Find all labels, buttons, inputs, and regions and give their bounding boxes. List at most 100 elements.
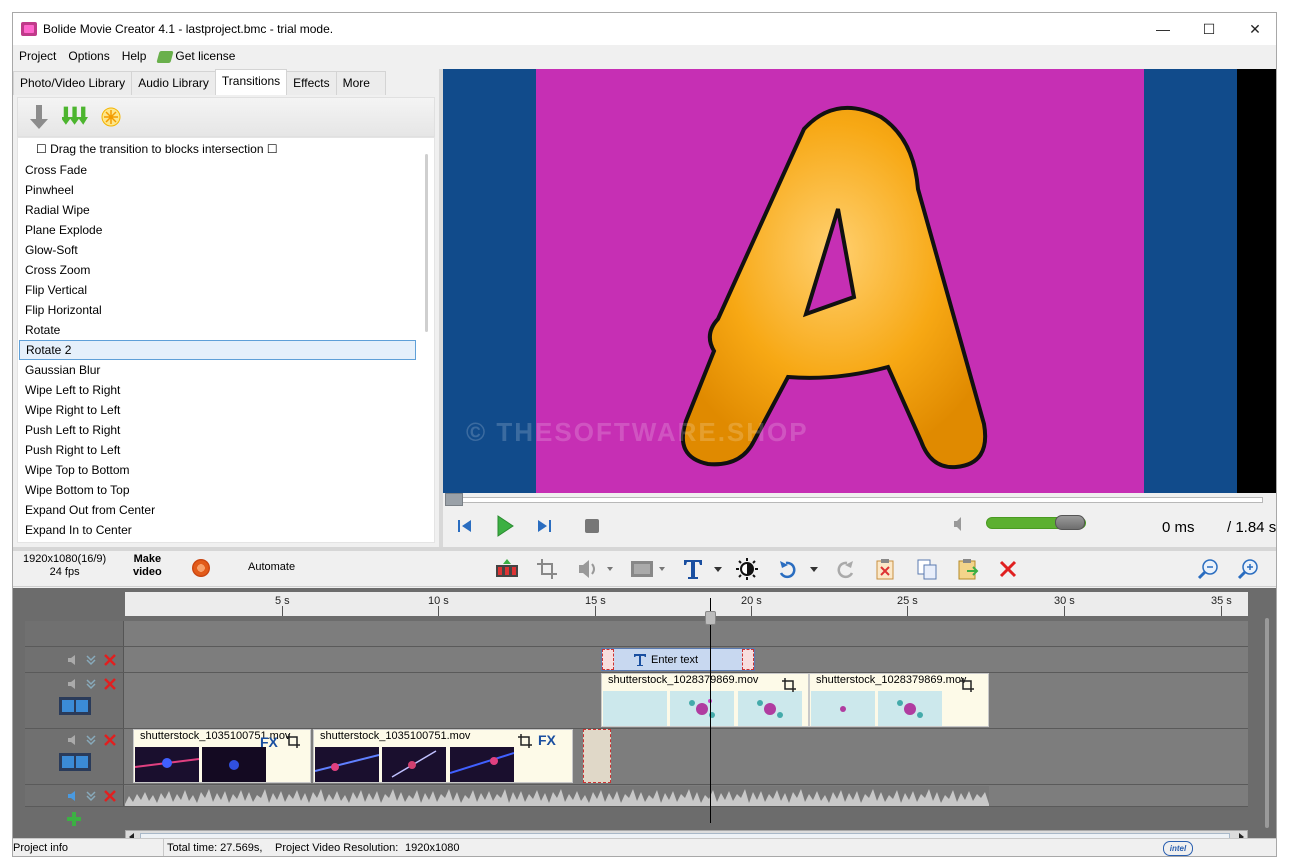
tab-more[interactable]: More (335, 71, 386, 95)
track-audio (25, 785, 1248, 807)
mute-track-icon[interactable] (67, 790, 79, 802)
resolution-info[interactable]: 1920x1080(16/9) 24 fps (23, 553, 106, 579)
volume-menu-button[interactable] (575, 557, 615, 581)
drag-hint-text: ☐ Drag the transition to blocks intersec… (36, 142, 278, 156)
mute-track-icon[interactable] (67, 734, 79, 746)
transition-item[interactable]: Expand In to Center (19, 520, 416, 540)
automate-button[interactable]: Automate (248, 561, 295, 573)
redo-button[interactable] (833, 557, 857, 581)
video-clip[interactable]: shutterstock_1028379869.mov (601, 673, 809, 727)
transition-item[interactable]: Flip Horizontal (19, 300, 416, 320)
video-clip[interactable]: shutterstock_1028379869.mov (809, 673, 989, 727)
transition-item[interactable]: Wipe Right to Left (19, 400, 416, 420)
crop-button[interactable] (535, 557, 559, 581)
transition-item[interactable]: Wipe Bottom to Top (19, 480, 416, 500)
transition-item-selected[interactable]: Rotate 2 (19, 340, 416, 360)
ruler-tick (907, 606, 908, 616)
minimize-button[interactable]: — (1140, 13, 1186, 45)
speaker-dropdown-icon (579, 560, 613, 578)
make-video-button[interactable]: Make video (133, 553, 162, 579)
timeline-vscroll[interactable] (1265, 618, 1269, 828)
transition-item[interactable]: Radial Wipe (19, 200, 416, 220)
add-track-icon[interactable] (67, 812, 81, 826)
copy-button[interactable] (915, 557, 939, 581)
video-clip[interactable]: shutterstock_1035100751.mov FX (133, 729, 311, 783)
speaker-icon (954, 517, 961, 531)
transition-item[interactable]: Pinwheel (19, 180, 416, 200)
transition-item[interactable]: Cross Fade (19, 160, 416, 180)
tab-photo-video-library[interactable]: Photo/Video Library (13, 71, 133, 95)
fx-badge[interactable]: FX (538, 732, 556, 748)
split-clip-button[interactable] (495, 557, 519, 581)
crop-icon[interactable] (960, 678, 974, 692)
seek-track[interactable] (445, 497, 1263, 503)
video-clip[interactable]: shutterstock_1035100751.mov FX (313, 729, 573, 783)
transition-item[interactable]: Plane Explode (19, 220, 416, 240)
transition-item[interactable]: Push Right to Left (19, 440, 416, 460)
transition-item[interactable]: Push Left to Right (19, 420, 416, 440)
remove-track-icon[interactable] (104, 734, 116, 746)
crop-icon[interactable] (286, 734, 300, 748)
remove-track-icon[interactable] (104, 654, 116, 666)
zoom-in-button[interactable] (1236, 557, 1260, 581)
video-settings-button[interactable] (628, 557, 668, 581)
crop-icon[interactable] (518, 734, 532, 748)
cut-button[interactable] (873, 557, 897, 581)
play-button[interactable] (494, 515, 516, 537)
seek-bar[interactable] (443, 493, 1276, 507)
apply-to-all-button[interactable] (62, 104, 88, 130)
close-button[interactable]: ✕ (1232, 13, 1276, 45)
mute-track-icon[interactable] (67, 678, 79, 690)
previous-frame-button[interactable] (453, 515, 475, 537)
text-clip[interactable]: Enter text (601, 648, 755, 671)
menu-project[interactable]: Project (13, 49, 62, 63)
volume-knob[interactable] (1055, 515, 1085, 530)
list-scrollbar[interactable] (425, 154, 428, 332)
brightness-button[interactable] (735, 557, 759, 581)
seek-thumb[interactable] (445, 493, 463, 506)
transition-item[interactable]: Rotate (19, 320, 416, 340)
record-icon[interactable] (192, 559, 210, 577)
transition-item[interactable]: Glow-Soft (19, 240, 416, 260)
delete-button[interactable] (996, 557, 1020, 581)
menu-get-license[interactable]: Get license (152, 49, 241, 63)
clip-fade-out[interactable] (742, 649, 754, 670)
time-ruler[interactable]: 5 s 10 s 15 s 20 s 25 s 30 s 35 s (125, 592, 1248, 616)
expand-track-icon[interactable] (85, 654, 97, 666)
maximize-button[interactable]: ☐ (1186, 13, 1232, 45)
transition-drop-zone[interactable] (583, 729, 611, 783)
transition-item[interactable]: Expand Out from Center (19, 500, 416, 520)
clip-fade-in[interactable] (602, 649, 614, 670)
expand-track-icon[interactable] (85, 790, 97, 802)
menu-options[interactable]: Options (62, 49, 115, 63)
remove-track-icon[interactable] (104, 678, 116, 690)
random-transition-button[interactable] (98, 104, 124, 130)
transition-item[interactable]: Cross Zoom (19, 260, 416, 280)
fx-badge[interactable]: FX (260, 734, 278, 750)
remove-track-icon[interactable] (104, 790, 116, 802)
expand-track-icon[interactable] (85, 678, 97, 690)
add-text-button[interactable] (681, 557, 725, 581)
playhead-handle[interactable] (705, 611, 716, 625)
tab-audio-library[interactable]: Audio Library (131, 71, 216, 95)
mute-button[interactable] (949, 513, 971, 535)
expand-track-icon[interactable] (85, 734, 97, 746)
audio-waveform[interactable] (125, 786, 989, 806)
mute-track-icon[interactable] (67, 654, 79, 666)
transition-item[interactable]: Flip Vertical (19, 280, 416, 300)
paste-button[interactable] (956, 557, 980, 581)
transition-item[interactable]: Gaussian Blur (19, 360, 416, 380)
stop-button[interactable] (581, 515, 603, 537)
transition-item[interactable]: Wipe Top to Bottom (19, 460, 416, 480)
menu-help[interactable]: Help (116, 49, 153, 63)
undo-button[interactable] (777, 557, 821, 581)
add-to-timeline-button[interactable] (26, 104, 52, 130)
resolution-label: Project Video Resolution: (275, 842, 399, 854)
crop-icon[interactable] (782, 678, 796, 692)
project-info[interactable]: Project info (13, 842, 68, 854)
tab-transitions[interactable]: Transitions (214, 69, 288, 95)
transition-item[interactable]: Wipe Left to Right (19, 380, 416, 400)
tab-effects[interactable]: Effects (286, 71, 337, 95)
next-frame-button[interactable] (534, 515, 556, 537)
zoom-out-button[interactable] (1196, 557, 1220, 581)
